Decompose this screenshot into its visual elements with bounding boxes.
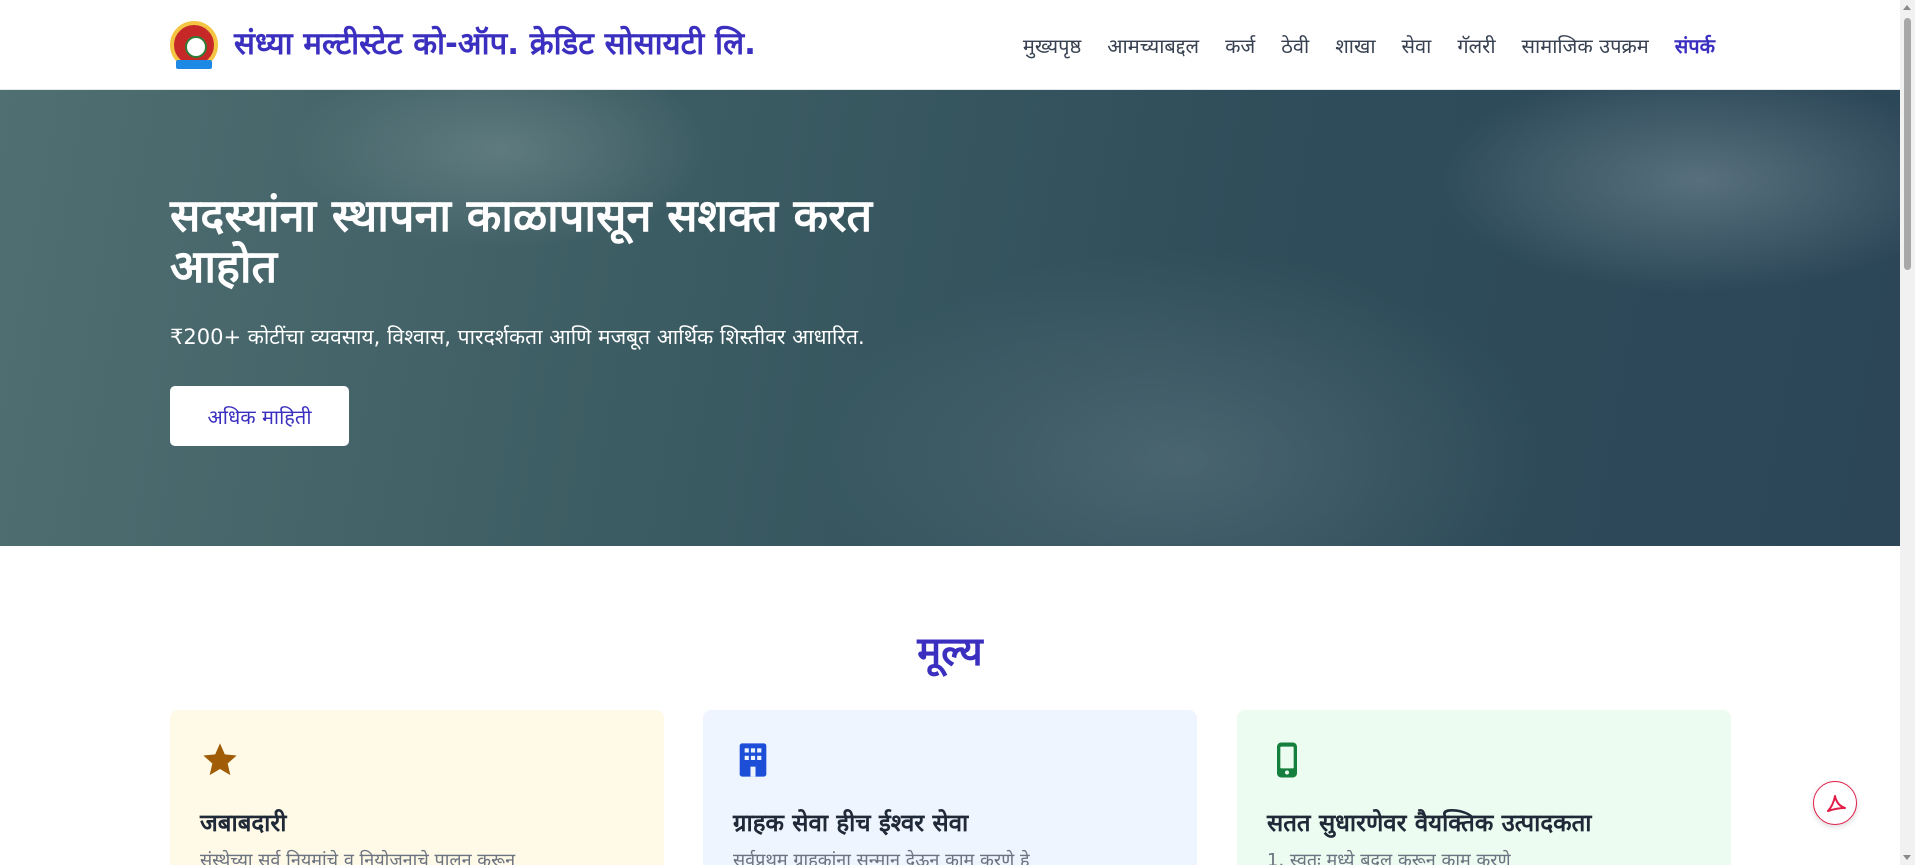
nav-gallery[interactable]: गॅलरी: [1457, 32, 1495, 59]
value-card-customer-service: ग्राहक सेवा हीच ईश्वर सेवा सर्वप्रथम ग्र…: [703, 710, 1197, 865]
nav-about[interactable]: आमच्याबद्दल: [1107, 32, 1199, 59]
value-card-productivity: सतत सुधारणेवर वैयक्तिक उत्पादकता 1. स्वत…: [1237, 710, 1731, 865]
logo-ribbon: [176, 60, 212, 69]
nav-branches[interactable]: शाखा: [1335, 32, 1375, 59]
nav-services[interactable]: सेवा: [1402, 32, 1432, 59]
pdf-icon: [1827, 795, 1846, 812]
value-card-text: 1. स्वतः मध्ये बदल करून काम करणे: [1267, 850, 1511, 865]
value-card-text: संस्थेच्या सर्व नियमांचे व नियोजनाचे पाल…: [200, 850, 516, 865]
nav-contact[interactable]: संपर्क: [1675, 32, 1715, 59]
building-icon: [739, 743, 767, 777]
star-icon: [203, 743, 237, 776]
scroll-thumb[interactable]: [1904, 18, 1911, 270]
scroll-up-arrow-icon[interactable]: [1903, 5, 1911, 10]
page-scrollbar[interactable]: [1900, 0, 1915, 865]
scroll-down-arrow-icon[interactable]: [1903, 855, 1911, 860]
value-card-title: सतत सुधारणेवर वैयक्तिक उत्पादकता: [1267, 809, 1592, 837]
value-card-title: जबाबदारी: [200, 809, 287, 837]
pdf-download-button[interactable]: [1813, 781, 1857, 825]
nav-deposits[interactable]: ठेवी: [1281, 32, 1309, 59]
hero-banner: सदस्यांना स्थापना काळापासून सशक्त करत आह…: [0, 90, 1900, 546]
mobile-icon: [1277, 742, 1297, 778]
nav-social-activities[interactable]: सामाजिक उपक्रम: [1522, 32, 1649, 59]
value-card-responsibility: जबाबदारी संस्थेच्या सर्व नियमांचे व नियो…: [170, 710, 664, 865]
nav-home[interactable]: मुख्यपृष्ठ: [1023, 32, 1081, 59]
value-card-text: सर्वप्रथम ग्राहकांना सन्मान देऊन काम करण…: [733, 850, 1030, 865]
nav-loans[interactable]: कर्ज: [1225, 32, 1255, 59]
hero-subtitle: ₹200+ कोटींचा व्यवसाय, विश्वास, पारदर्शक…: [170, 325, 865, 349]
value-card-title: ग्राहक सेवा हीच ईश्वर सेवा: [733, 809, 969, 837]
brand-title[interactable]: संध्या मल्टीस्टेट को-ऑप. क्रेडिट सोसायटी…: [234, 22, 756, 64]
site-header: संध्या मल्टीस्टेट को-ऑप. क्रेडिट सोसायटी…: [0, 0, 1900, 90]
hero-title: सदस्यांना स्थापना काळापासून सशक्त करत आह…: [170, 189, 873, 293]
main-nav: मुख्यपृष्ठ आमच्याबद्दल कर्ज ठेवी शाखा से…: [1023, 32, 1715, 59]
more-info-button[interactable]: अधिक माहिती: [170, 386, 349, 446]
values-section-title: मूल्य: [917, 629, 983, 675]
